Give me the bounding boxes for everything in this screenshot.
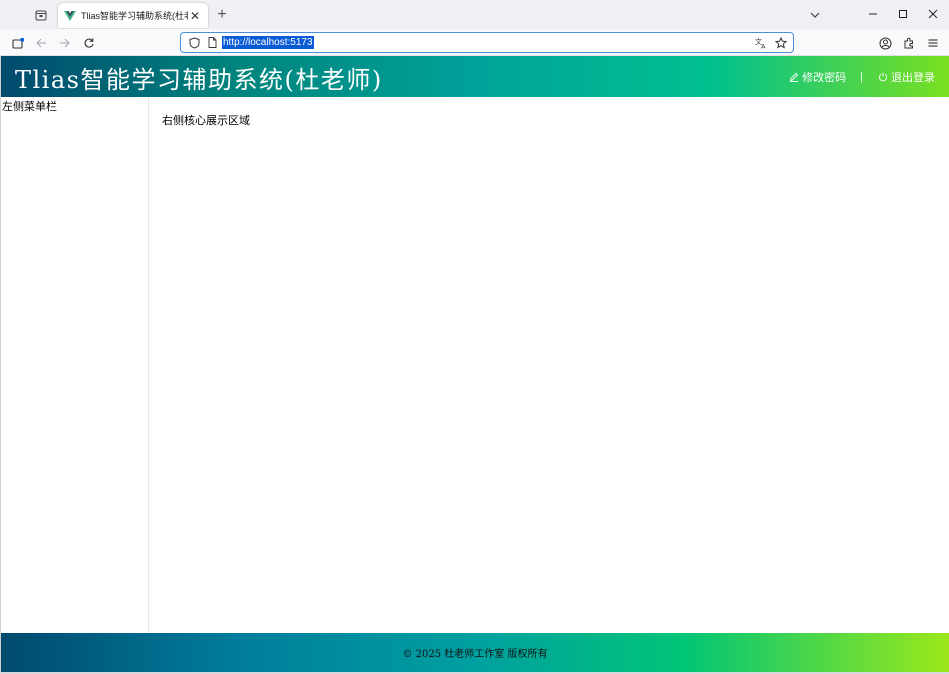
window-close-icon[interactable] bbox=[917, 0, 949, 27]
tab-list-icon[interactable] bbox=[30, 5, 52, 25]
url-text: http://localhost:5173 bbox=[222, 36, 314, 49]
window-left-border bbox=[0, 56, 1, 672]
chevron-down-icon[interactable] bbox=[806, 6, 824, 24]
shield-icon[interactable] bbox=[184, 33, 204, 52]
change-password-link[interactable]: 修改密码 bbox=[788, 69, 846, 85]
url-input[interactable]: http://localhost:5173 bbox=[222, 33, 314, 52]
sidebar-label: 左侧菜单栏 bbox=[2, 101, 57, 113]
minimize-icon[interactable] bbox=[857, 0, 889, 27]
footer-copyright: © 2025 杜老师工作室 版权所有 bbox=[402, 649, 548, 660]
tab-title: Tlias智能学习辅助系统(杜老师) bbox=[81, 11, 188, 21]
browser-tab-strip: Tlias智能学习辅助系统(杜老师) ✕ + bbox=[0, 0, 949, 29]
plus-icon[interactable]: + bbox=[213, 6, 231, 24]
account-icon[interactable] bbox=[875, 33, 895, 53]
main-content: 右侧核心展示区域 bbox=[149, 97, 949, 633]
main-label: 右侧核心展示区域 bbox=[162, 115, 250, 127]
extensions-icon[interactable] bbox=[899, 33, 919, 53]
app-header: Tlias智能学习辅助系统(杜老师) 修改密码 | 退出登录 bbox=[1, 56, 949, 97]
browser-toolbar: http://localhost:5173 文A bbox=[0, 29, 949, 56]
browser-tab[interactable]: Tlias智能学习辅助系统(杜老师) ✕ bbox=[58, 3, 208, 28]
forward-arrow-icon[interactable] bbox=[55, 33, 75, 53]
star-icon[interactable] bbox=[771, 33, 791, 52]
vue-logo-icon bbox=[64, 10, 76, 22]
edit-icon bbox=[788, 71, 800, 83]
header-actions: 修改密码 | 退出登录 bbox=[788, 56, 935, 97]
url-bar[interactable]: http://localhost:5173 文A bbox=[180, 32, 794, 53]
page-title: Tlias智能学习辅助系统(杜老师) bbox=[15, 66, 383, 94]
page-icon[interactable] bbox=[204, 33, 220, 52]
translate-icon[interactable]: 文A bbox=[751, 33, 771, 52]
reload-icon[interactable] bbox=[79, 33, 99, 53]
close-icon[interactable]: ✕ bbox=[188, 9, 202, 23]
app-footer: © 2025 杜老师工作室 版权所有 bbox=[1, 633, 949, 672]
back-arrow-icon[interactable] bbox=[31, 33, 51, 53]
logout-label: 退出登录 bbox=[891, 71, 935, 84]
url-actions: 文A bbox=[751, 33, 791, 52]
hamburger-menu-icon[interactable] bbox=[923, 33, 943, 53]
change-password-label: 修改密码 bbox=[802, 71, 847, 84]
maximize-icon[interactable] bbox=[887, 0, 919, 27]
logout-link[interactable]: 退出登录 bbox=[877, 69, 935, 85]
header-separator: | bbox=[860, 70, 863, 83]
svg-text:A: A bbox=[761, 42, 766, 49]
sidebar-icon[interactable] bbox=[8, 33, 28, 53]
power-icon bbox=[877, 71, 889, 83]
sidebar: 左侧菜单栏 bbox=[1, 97, 149, 633]
